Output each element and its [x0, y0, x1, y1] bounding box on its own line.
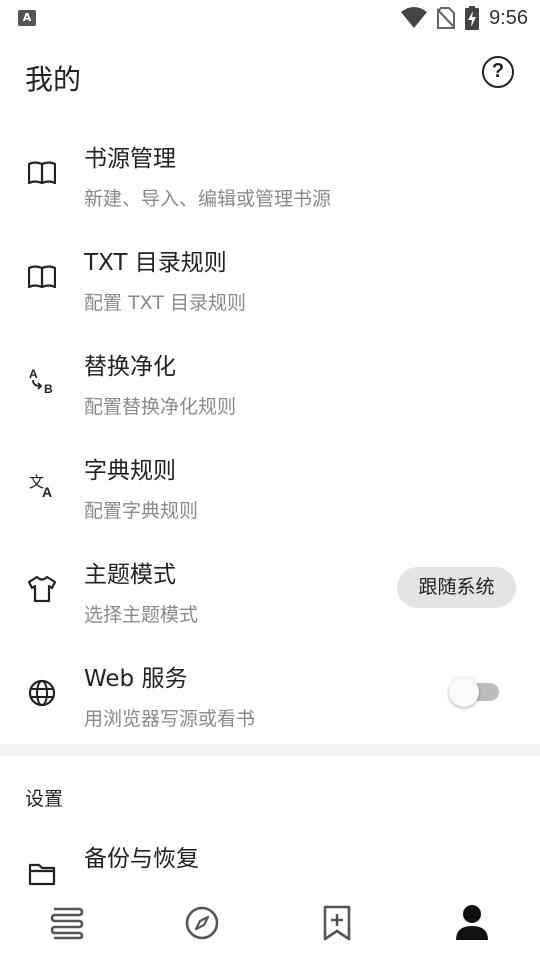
book-open-icon — [25, 156, 59, 190]
svg-text:A: A — [29, 367, 38, 381]
bookmark-add-icon — [323, 905, 351, 941]
translate-icon: 文 A — [25, 468, 59, 502]
menu-item-subtitle: 用浏览器写源或看书 — [84, 708, 256, 730]
menu-item-dict-rules[interactable]: 文 A 字典规则 配置字典规则 — [0, 433, 540, 537]
compass-icon — [185, 906, 219, 940]
menu-item-title: 主题模式 — [84, 562, 176, 588]
svg-text:A: A — [42, 484, 52, 500]
web-service-toggle[interactable] — [449, 677, 501, 707]
menu-item-subtitle: 选择主题模式 — [84, 604, 199, 626]
globe-icon — [25, 676, 59, 710]
person-icon — [456, 905, 488, 940]
theme-mode-selector[interactable]: 跟随系统 — [397, 567, 516, 608]
nav-rss[interactable] — [315, 901, 359, 945]
tshirt-icon — [25, 572, 59, 606]
nav-my[interactable] — [450, 901, 494, 945]
menu-item-title: TXT 目录规则 — [84, 250, 227, 276]
nav-discover[interactable] — [180, 901, 224, 945]
menu-item-txt-rules[interactable]: TXT 目录规则 配置 TXT 目录规则 — [0, 225, 540, 329]
section-divider — [0, 744, 540, 756]
menu-item-subtitle: 新建、导入、编辑或管理书源 — [84, 188, 332, 210]
folder-icon — [25, 857, 59, 891]
status-bar: A 9:56 — [0, 0, 540, 36]
menu-item-backup-restore[interactable]: 备份与恢复 — [0, 821, 540, 893]
section-title-settings: 设置 — [25, 788, 64, 810]
battery-charging-icon — [465, 6, 480, 30]
menu-item-replace-rules[interactable]: A B 替换净化 配置替换净化规则 — [0, 329, 540, 433]
menu-item-subtitle: 配置 TXT 目录规则 — [84, 292, 246, 314]
menu-item-subtitle: 配置字典规则 — [84, 500, 199, 522]
help-circle-icon[interactable]: ? — [482, 56, 514, 88]
no-sim-icon — [437, 7, 456, 29]
menu-item-title: Web 服务 — [84, 666, 188, 692]
app-notification-icon: A — [18, 10, 36, 26]
bookshelf-icon — [50, 907, 84, 940]
book-open-icon — [25, 260, 59, 294]
menu-item-title: 替换净化 — [84, 354, 176, 380]
status-time: 9:56 — [489, 6, 528, 29]
menu-item-title: 备份与恢复 — [84, 846, 199, 872]
replace-ab-icon: A B — [25, 364, 59, 398]
svg-text:B: B — [44, 382, 53, 396]
status-icons: 9:56 — [401, 6, 528, 30]
menu-item-book-source[interactable]: 书源管理 新建、导入、编辑或管理书源 — [0, 121, 540, 225]
page-title: 我的 — [25, 63, 82, 96]
wifi-icon — [401, 7, 428, 28]
nav-bookshelf[interactable] — [45, 901, 89, 945]
menu-item-title: 字典规则 — [84, 458, 176, 484]
menu-item-subtitle: 配置替换净化规则 — [84, 396, 237, 418]
menu-item-title: 书源管理 — [84, 146, 176, 172]
bottom-nav — [0, 893, 540, 960]
toggle-thumb — [449, 677, 479, 707]
